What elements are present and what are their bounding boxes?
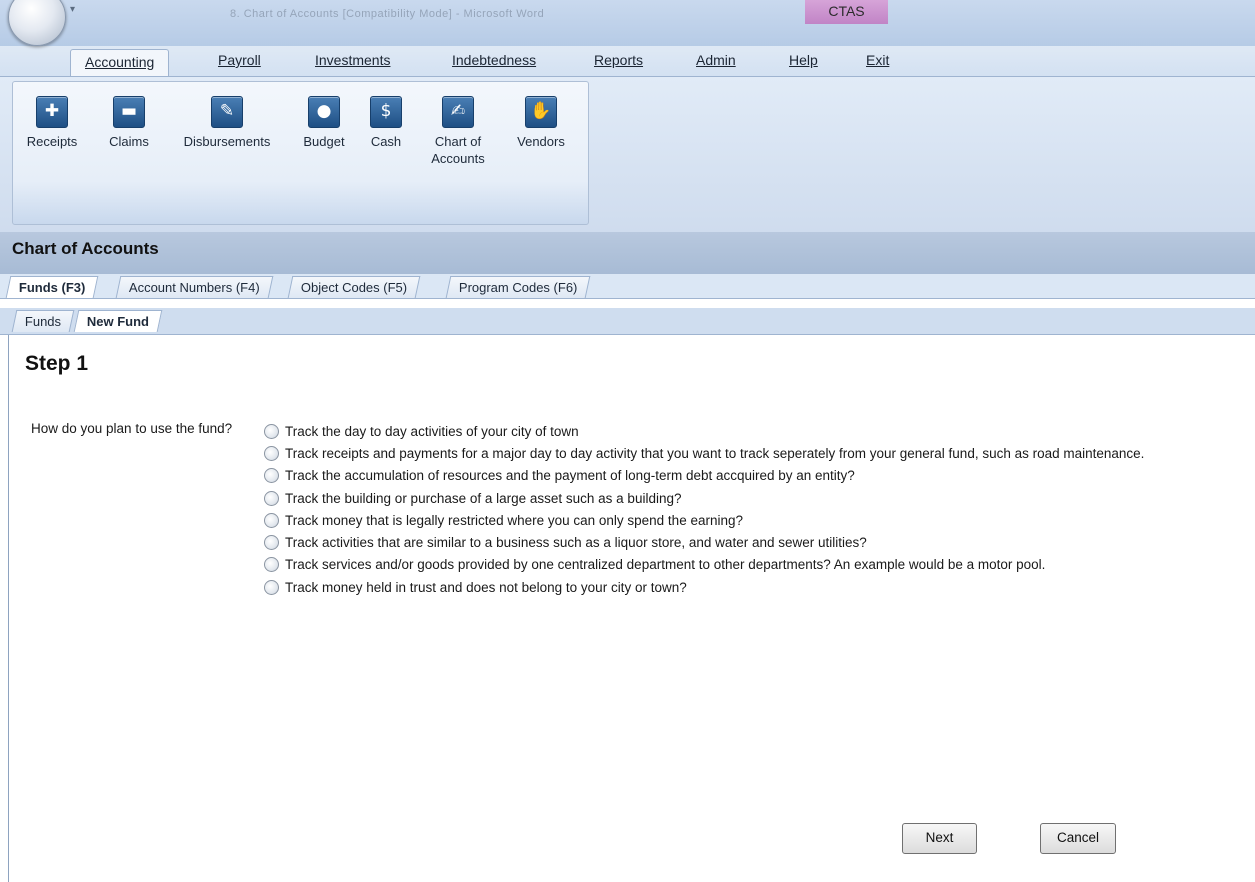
- fund-usage-question: How do you plan to use the fund?: [31, 421, 233, 436]
- tab-object-codes-f5-label: Object Codes (F5): [300, 280, 408, 295]
- menu-help[interactable]: Help: [789, 52, 818, 68]
- tab-funds[interactable]: Funds: [11, 310, 75, 332]
- tab-program-codes-f6[interactable]: Program Codes (F6): [445, 276, 591, 298]
- chart-of-accounts-label-line1: Chart of: [434, 134, 482, 149]
- cash-icon: $: [370, 96, 402, 128]
- fund-option-6[interactable]: Track activities that are similar to a b…: [264, 531, 1144, 553]
- ribbon: ✚ Receipts ▬ Claims ✎ Disbursements ● Bu…: [0, 77, 1255, 232]
- fund-option-7[interactable]: Track services and/or goods provided by …: [264, 554, 1144, 576]
- fund-option-3[interactable]: Track the accumulation of resources and …: [264, 465, 1144, 487]
- fund-option-label: Track receipts and payments for a major …: [285, 445, 1145, 461]
- radio-button[interactable]: [264, 557, 279, 573]
- tab-funds-label: Funds: [24, 314, 62, 329]
- vendors-button[interactable]: ✋ Vendors: [506, 96, 576, 149]
- radio-button[interactable]: [264, 490, 279, 506]
- app-context-tag: CTAS: [805, 0, 888, 24]
- menu-exit[interactable]: Exit: [866, 52, 889, 68]
- fund-option-label: Track activities that are similar to a b…: [285, 535, 867, 551]
- cash-button[interactable]: $ Cash: [361, 96, 411, 149]
- fund-option-2[interactable]: Track receipts and payments for a major …: [264, 442, 1144, 464]
- vendors-label: Vendors: [517, 134, 565, 149]
- fund-option-label: Track services and/or goods provided by …: [285, 557, 1046, 573]
- menu-accounting[interactable]: Accounting: [70, 49, 170, 76]
- tab-account-numbers-f4[interactable]: Account Numbers (F4): [115, 276, 274, 298]
- tab-program-codes-f6-label: Program Codes (F6): [458, 280, 578, 295]
- menu-payroll[interactable]: Payroll: [218, 52, 261, 68]
- chart-of-accounts-button[interactable]: ✍ Chart of Accounts: [423, 96, 493, 166]
- radio-button[interactable]: [264, 468, 279, 484]
- page-title: Chart of Accounts: [0, 232, 1255, 274]
- tab-funds-f3-label: Funds (F3): [18, 280, 86, 295]
- radio-button[interactable]: [264, 512, 279, 528]
- claims-label: Claims: [109, 134, 149, 149]
- step-title: Step 1: [25, 352, 89, 375]
- menu-admin-label: Admin: [696, 52, 736, 68]
- primary-tab-strip: Funds (F3) Account Numbers (F4) Object C…: [0, 274, 1255, 299]
- receipts-label: Receipts: [26, 134, 78, 149]
- ribbon-group-accounting: ✚ Receipts ▬ Claims ✎ Disbursements ● Bu…: [12, 81, 589, 225]
- budget-label: Budget: [303, 134, 345, 149]
- menu-reports-label: Reports: [594, 52, 644, 68]
- menu-reports[interactable]: Reports: [594, 52, 643, 68]
- fund-option-label: Track money held in trust and does not b…: [285, 579, 687, 595]
- menu-admin[interactable]: Admin: [696, 52, 736, 68]
- disbursements-label: Disbursements: [183, 134, 271, 149]
- tab-account-numbers-f4-label: Account Numbers (F4): [128, 280, 260, 295]
- secondary-tab-strip: Funds New Fund: [0, 308, 1255, 335]
- menu-accounting-label: Accounting: [85, 54, 155, 70]
- menu-help-label: Help: [789, 52, 818, 68]
- menu-exit-label: Exit: [866, 52, 890, 68]
- fund-option-1[interactable]: Track the day to day activities of your …: [264, 420, 1144, 442]
- piggy-bank-icon: ●: [308, 96, 340, 128]
- quick-access-dropdown-icon[interactable]: ▾: [70, 4, 75, 15]
- disbursements-button[interactable]: ✎ Disbursements: [172, 96, 282, 149]
- window-title-bar: ▾ 8. Chart of Accounts [Compatibility Mo…: [0, 0, 1255, 46]
- chart-of-accounts-icon: ✍: [442, 96, 474, 128]
- fund-option-5[interactable]: Track money that is legally restricted w…: [264, 509, 1144, 531]
- application-orb-button[interactable]: [8, 0, 66, 46]
- tab-funds-f3[interactable]: Funds (F3): [5, 276, 99, 298]
- menu-bar: Accounting Payroll Investments Indebtedn…: [0, 46, 1255, 77]
- window-title: 8. Chart of Accounts [Compatibility Mode…: [230, 8, 545, 20]
- menu-investments[interactable]: Investments: [315, 52, 390, 68]
- claims-button[interactable]: ▬ Claims: [99, 96, 159, 149]
- fund-option-4[interactable]: Track the building or purchase of a larg…: [264, 487, 1144, 509]
- next-button[interactable]: Next: [902, 823, 977, 854]
- fund-option-label: Track the day to day activities of your …: [285, 423, 579, 439]
- handshake-icon: ✋: [525, 96, 557, 128]
- tab-new-fund[interactable]: New Fund: [73, 310, 163, 332]
- new-fund-panel: Step 1 How do you plan to use the fund? …: [8, 335, 1255, 882]
- menu-indebtedness[interactable]: Indebtedness: [452, 52, 536, 68]
- fund-option-label: Track the building or purchase of a larg…: [285, 490, 682, 506]
- tab-object-codes-f5[interactable]: Object Codes (F5): [287, 276, 421, 298]
- cancel-button[interactable]: Cancel: [1040, 823, 1116, 854]
- receipts-button[interactable]: ✚ Receipts: [17, 96, 87, 149]
- fund-usage-options: Track the day to day activities of your …: [264, 420, 1144, 598]
- disbursements-icon: ✎: [211, 96, 243, 128]
- menu-investments-label: Investments: [315, 52, 391, 68]
- fund-option-label: Track the accumulation of resources and …: [285, 468, 855, 484]
- claims-icon: ▬: [113, 96, 145, 128]
- chart-of-accounts-label-line2: Accounts: [431, 151, 485, 166]
- radio-button[interactable]: [264, 579, 279, 595]
- budget-button[interactable]: ● Budget: [294, 96, 354, 149]
- menu-indebtedness-label: Indebtedness: [452, 52, 537, 68]
- fund-option-8[interactable]: Track money held in trust and does not b…: [264, 576, 1144, 598]
- radio-button[interactable]: [264, 423, 279, 439]
- fund-option-label: Track money that is legally restricted w…: [285, 512, 743, 528]
- radio-button[interactable]: [264, 535, 279, 551]
- receipts-icon: ✚: [36, 96, 68, 128]
- radio-button[interactable]: [264, 445, 279, 461]
- cash-label: Cash: [370, 134, 402, 149]
- tab-new-fund-label: New Fund: [86, 314, 150, 329]
- menu-payroll-label: Payroll: [218, 52, 261, 68]
